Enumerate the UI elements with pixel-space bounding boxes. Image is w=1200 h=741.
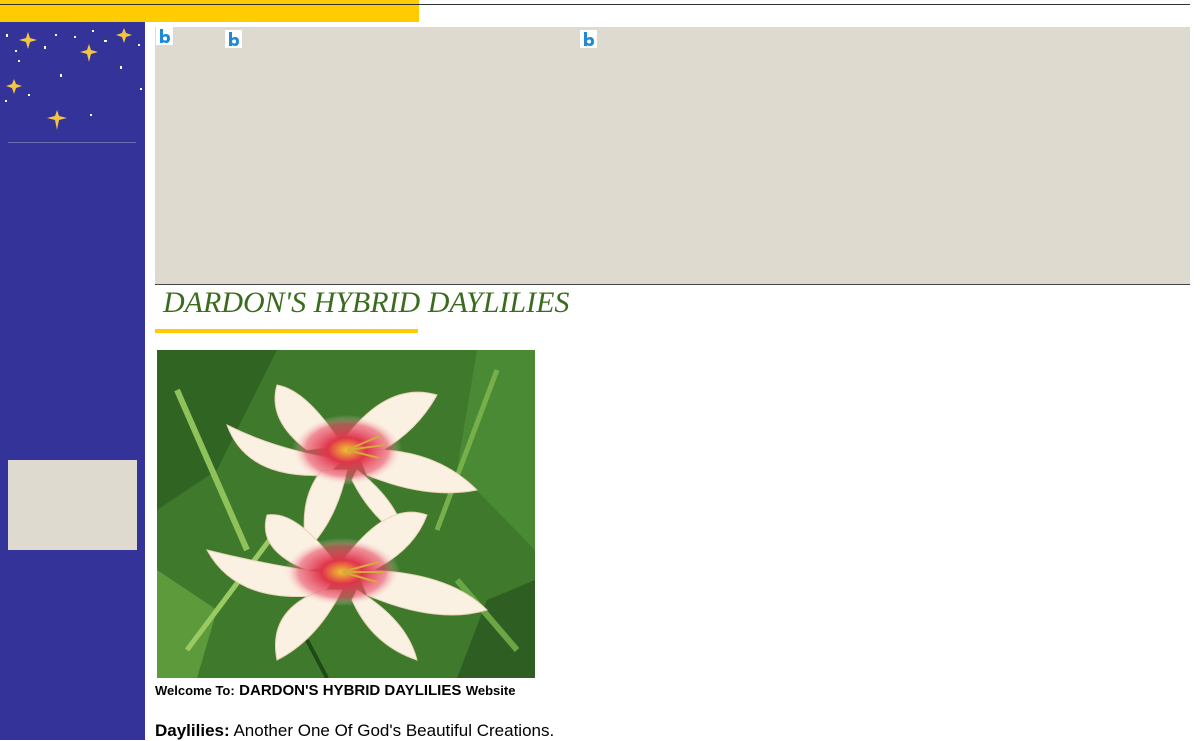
banner-divider xyxy=(155,284,1190,285)
bing-b-icon[interactable] xyxy=(156,27,173,45)
starry-sky-decoration xyxy=(5,28,142,130)
welcome-prefix: Welcome To: xyxy=(155,683,235,698)
star-icon xyxy=(6,79,22,94)
bing-b-icon[interactable] xyxy=(225,30,242,48)
star-icon xyxy=(116,28,132,43)
tagline-text: Another One Of God's Beautiful Creations… xyxy=(233,721,555,740)
welcome-site-name: DARDON'S HYBRID DAYLILIES xyxy=(239,682,462,699)
daylily-photo xyxy=(157,350,535,678)
sidebar-ad-placeholder[interactable] xyxy=(8,460,137,550)
title-underline xyxy=(155,329,418,333)
welcome-message: Welcome To: DARDON'S HYBRID DAYLILIES We… xyxy=(155,682,515,700)
top-divider-line xyxy=(0,4,1190,5)
left-sidebar xyxy=(0,22,145,740)
star-icon xyxy=(80,44,98,62)
tagline: Daylilies: Another One Of God's Beautifu… xyxy=(155,721,554,741)
welcome-suffix: Website xyxy=(465,683,516,698)
banner-ad-placeholder[interactable] xyxy=(155,27,1190,284)
bing-b-icon[interactable] xyxy=(580,30,597,48)
star-icon xyxy=(19,32,37,49)
tagline-label: Daylilies: xyxy=(155,721,230,740)
sidebar-divider xyxy=(8,142,136,143)
star-icon xyxy=(47,110,67,130)
page-title: DARDON'S HYBRID DAYLILIES xyxy=(163,286,570,319)
